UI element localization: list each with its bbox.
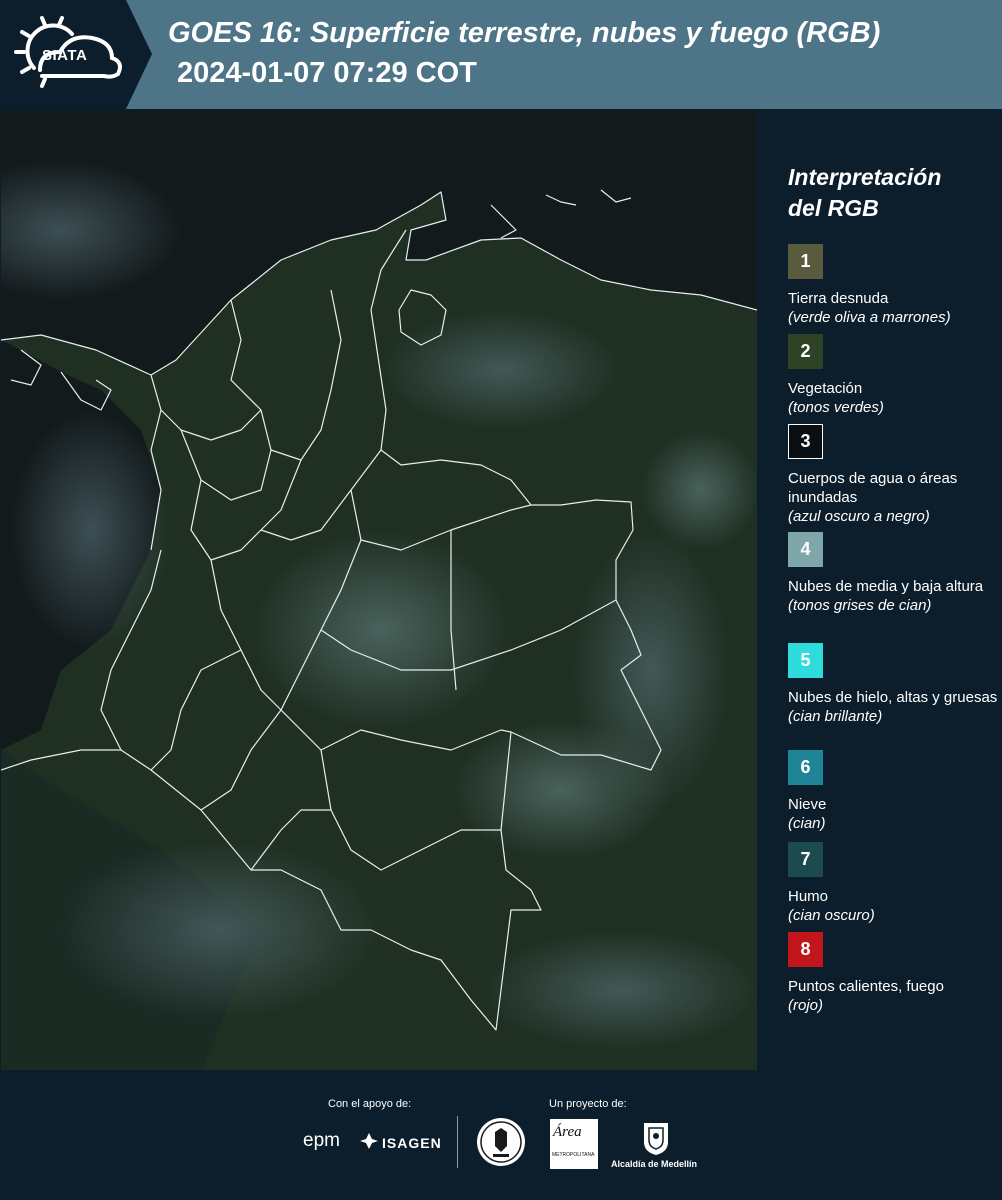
legend-swatch: 4: [788, 532, 823, 567]
legend-swatch: 3: [788, 424, 823, 459]
legend-item-desc: (cian oscuro): [788, 907, 875, 924]
university-seal-icon: [477, 1118, 525, 1166]
legend-swatch: 1: [788, 244, 823, 279]
legend-item-desc: (tonos grises de cian): [788, 597, 932, 614]
siata-logo-text: SIATA: [42, 47, 88, 64]
legend-item-label: Nubes de media y baja altura: [788, 578, 984, 595]
page-timestamp: 2024-01-07 07:29 COT: [177, 57, 477, 89]
legend-item-hotspots: 8 Puntos calientes, fuego (rojo): [788, 932, 998, 1015]
legend-item-label: Nieve: [788, 796, 827, 813]
legend-item-desc: (cian): [788, 815, 826, 832]
legend-title-line1: Interpretación: [788, 164, 942, 190]
legend-swatch: 6: [788, 750, 823, 785]
legend-title-line2: del RGB: [788, 195, 879, 221]
area-metropolitana-logo-text: Área: [553, 1124, 582, 1140]
medellin-logo-text: Alcaldía de Medellín: [611, 1159, 698, 1169]
support-label: Con el apoyo de:: [328, 1098, 412, 1110]
satellite-image: [1, 110, 757, 1070]
legend-item-vegetation: 2 Vegetación (tonos verdes): [788, 334, 998, 417]
page-title: GOES 16: Superficie terrestre, nubes y f…: [168, 17, 881, 49]
legend-item-desc: (azul oscuro a negro): [788, 508, 930, 525]
legend-item-desc: (cian brillante): [788, 708, 883, 725]
epm-logo: epm: [303, 1130, 340, 1151]
legend-swatch: 8: [788, 932, 823, 967]
legend-item-desc: (tonos verdes): [788, 399, 884, 416]
legend-item-mid-low-clouds: 4 Nubes de media y baja altura (tonos gr…: [788, 532, 998, 615]
legend-item-bare-soil: 1 Tierra desnuda (verde oliva a marrones…: [788, 244, 998, 327]
area-metropolitana-logo-sub: METROPOLITANA: [552, 1152, 595, 1158]
isagen-logo-icon: [360, 1133, 378, 1149]
legend-title: Interpretación del RGB: [788, 162, 998, 224]
isagen-logo: ISAGEN: [382, 1135, 442, 1151]
footer-divider: [457, 1116, 458, 1168]
legend-item-snow: 6 Nieve (cian): [788, 750, 998, 833]
legend-item-label: Vegetación: [788, 380, 863, 397]
legend-item-label: Nubes de hielo, altas y gruesas: [788, 689, 998, 706]
legend-item-water: 3 Cuerpos de agua o áreas inundadas (azu…: [788, 424, 998, 526]
header: SIATA GOES 16: Superficie terrestre, nub…: [0, 0, 1002, 109]
legend-item-desc: (rojo): [788, 997, 824, 1014]
project-label: Un proyecto de:: [549, 1098, 627, 1110]
footer: Con el apoyo de: Un proyecto de: epm ISA…: [0, 1070, 1002, 1200]
legend-item-ice-clouds: 5 Nubes de hielo, altas y gruesas (cian …: [788, 643, 998, 726]
satellite-map[interactable]: [1, 110, 757, 1070]
rgb-legend: Interpretación del RGB 1 Tierra desnuda …: [760, 110, 1002, 1070]
legend-item-label: Humo: [788, 888, 829, 905]
legend-swatch: 7: [788, 842, 823, 877]
legend-item-label: Cuerpos de agua o áreas inundadas: [788, 470, 958, 506]
legend-item-label: Tierra desnuda: [788, 290, 889, 307]
legend-swatch: 2: [788, 334, 823, 369]
legend-item-desc: (verde oliva a marrones): [788, 309, 951, 326]
medellin-shield-icon: [644, 1123, 668, 1155]
legend-item-label: Puntos calientes, fuego: [788, 978, 944, 995]
legend-swatch: 5: [788, 643, 823, 678]
legend-item-smoke: 7 Humo (cian oscuro): [788, 842, 998, 925]
